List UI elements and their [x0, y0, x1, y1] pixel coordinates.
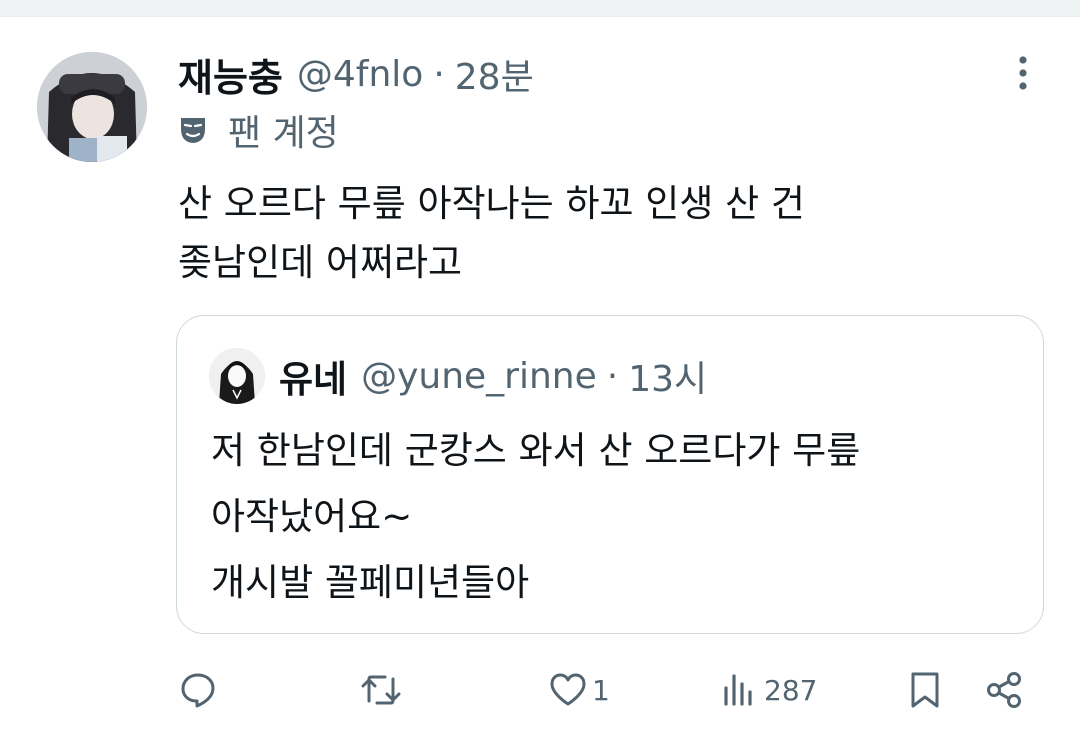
heart-icon — [550, 673, 586, 706]
bookmark-button[interactable] — [905, 660, 945, 720]
tweet-text: 산 오르다 무릎 아작나는 하꼬 인생 산 건 좆남인데 어쩌라고 — [178, 174, 1028, 292]
reply-icon — [181, 673, 215, 708]
retweet-button[interactable] — [361, 660, 405, 720]
views-count: 287 — [764, 673, 818, 707]
share-button[interactable] — [985, 660, 1025, 720]
reply-button[interactable] — [178, 660, 222, 720]
share-icon — [987, 672, 1021, 708]
bookmark-icon — [911, 672, 939, 708]
fan-account-badge: 팬 계정 — [178, 104, 339, 156]
tweet-header: 재능충 @4fnlo · 28분 — [178, 46, 534, 102]
meta-separator: · — [433, 53, 445, 95]
quoted-author-avatar[interactable] — [209, 348, 265, 404]
quoted-text-line: 저 한남인데 군캉스 와서 산 오르다가 무릎 — [211, 429, 861, 472]
tweet-text-line: 좆남인데 어쩌라고 — [178, 241, 463, 284]
quoted-meta-separator: · — [606, 355, 619, 397]
quoted-tweet-card[interactable]: 유네 @yune_rinne · 13시 저 한남인데 군캉스 와서 산 오르다… — [176, 315, 1044, 634]
quoted-tweet-header: 유네 @yune_rinne · 13시 — [279, 346, 707, 406]
quoted-author-handle[interactable]: @yune_rinne — [361, 356, 597, 397]
top-divider — [0, 0, 1080, 17]
retweet-icon — [361, 675, 401, 705]
author-avatar[interactable] — [37, 52, 147, 162]
theater-mask-icon — [181, 118, 205, 143]
action-bar: 1 287 — [0, 660, 1080, 720]
quoted-text-line: 개시발 꼴페미년들아 — [211, 561, 530, 604]
quoted-author-display-name[interactable]: 유네 — [279, 349, 347, 403]
views-chart-icon — [724, 674, 752, 706]
views-button[interactable]: 287 — [720, 660, 817, 720]
quoted-tweet-time[interactable]: 13시 — [628, 350, 707, 402]
fan-account-label: 팬 계정 — [228, 113, 339, 154]
like-count: 1 — [592, 673, 610, 707]
author-display-name[interactable]: 재능충 — [178, 47, 283, 102]
author-handle[interactable]: @4fnlo — [297, 54, 423, 95]
like-button[interactable]: 1 — [548, 660, 610, 720]
more-vertical-icon[interactable] — [1006, 52, 1040, 94]
tweet-text-line: 산 오르다 무릎 아작나는 하꼬 인생 산 건 — [178, 182, 805, 225]
quoted-text-line: 아작났어요~ — [211, 495, 413, 538]
tweet-time[interactable]: 28분 — [455, 48, 534, 100]
quoted-tweet-text: 저 한남인데 군캉스 와서 산 오르다가 무릎 아작났어요~ 개시발 꼴페미년들… — [211, 418, 1031, 616]
